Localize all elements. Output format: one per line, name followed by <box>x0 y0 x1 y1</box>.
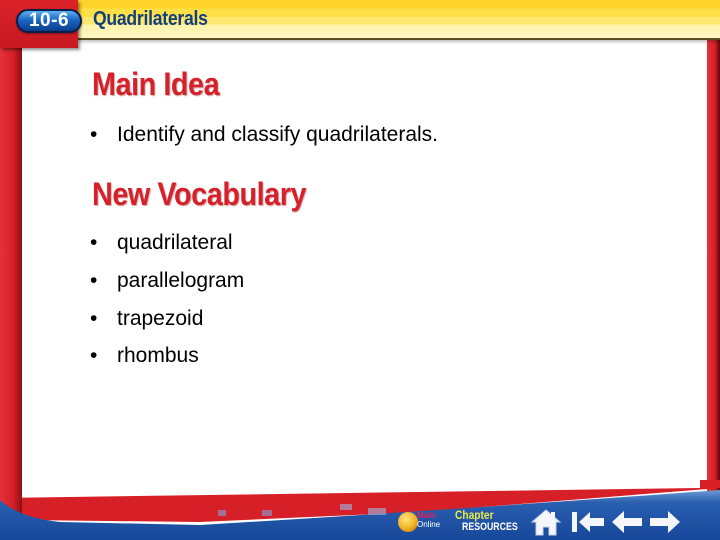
vocab-term: parallelogram <box>117 269 245 292</box>
math-online-button[interactable]: Math Online <box>398 510 446 538</box>
bullet-dot: • <box>90 123 98 146</box>
left-red-rail <box>0 0 22 540</box>
right-red-rail <box>707 38 720 508</box>
home-icon <box>530 509 562 536</box>
chapter-resources-line1: Chapter <box>455 508 494 522</box>
bullet-dot: • <box>90 269 98 292</box>
arrow-right-icon <box>650 511 680 533</box>
arrow-left-icon <box>612 511 642 533</box>
first-slide-icon <box>572 512 604 532</box>
lesson-title: Quadrilaterals <box>93 8 208 30</box>
math-online-line2: Online <box>417 520 441 529</box>
next-button[interactable] <box>648 508 682 536</box>
globe-icon <box>398 512 418 532</box>
vocab-item: • rhombus <box>90 344 199 368</box>
bullet-dot: • <box>90 307 98 330</box>
chapter-resources-button[interactable]: Chapter RESOURCES <box>455 508 532 533</box>
lesson-number-badge: 10-6 <box>16 9 82 33</box>
math-online-line1: Math <box>417 511 436 520</box>
vocab-term: quadrilateral <box>117 231 233 254</box>
home-button[interactable] <box>530 508 562 536</box>
vocab-item: • quadrilateral <box>90 231 233 255</box>
vocab-item: • parallelogram <box>90 269 244 293</box>
main-idea-heading: Main Idea <box>92 66 220 102</box>
vocab-item: • trapezoid <box>90 307 203 331</box>
bullet-text: Identify and classify quadrilaterals. <box>117 123 438 146</box>
bullet-dot: • <box>90 344 98 367</box>
chapter-resources-line2: RESOURCES <box>462 521 518 533</box>
bullet-dot: • <box>90 231 98 254</box>
new-vocabulary-heading: New Vocabulary <box>92 176 307 212</box>
first-slide-button[interactable] <box>570 508 606 536</box>
main-idea-bullet: • Identify and classify quadrilaterals. <box>90 123 438 147</box>
back-button[interactable] <box>610 508 644 536</box>
vocab-term: trapezoid <box>117 307 204 330</box>
vocab-term: rhombus <box>117 344 199 367</box>
